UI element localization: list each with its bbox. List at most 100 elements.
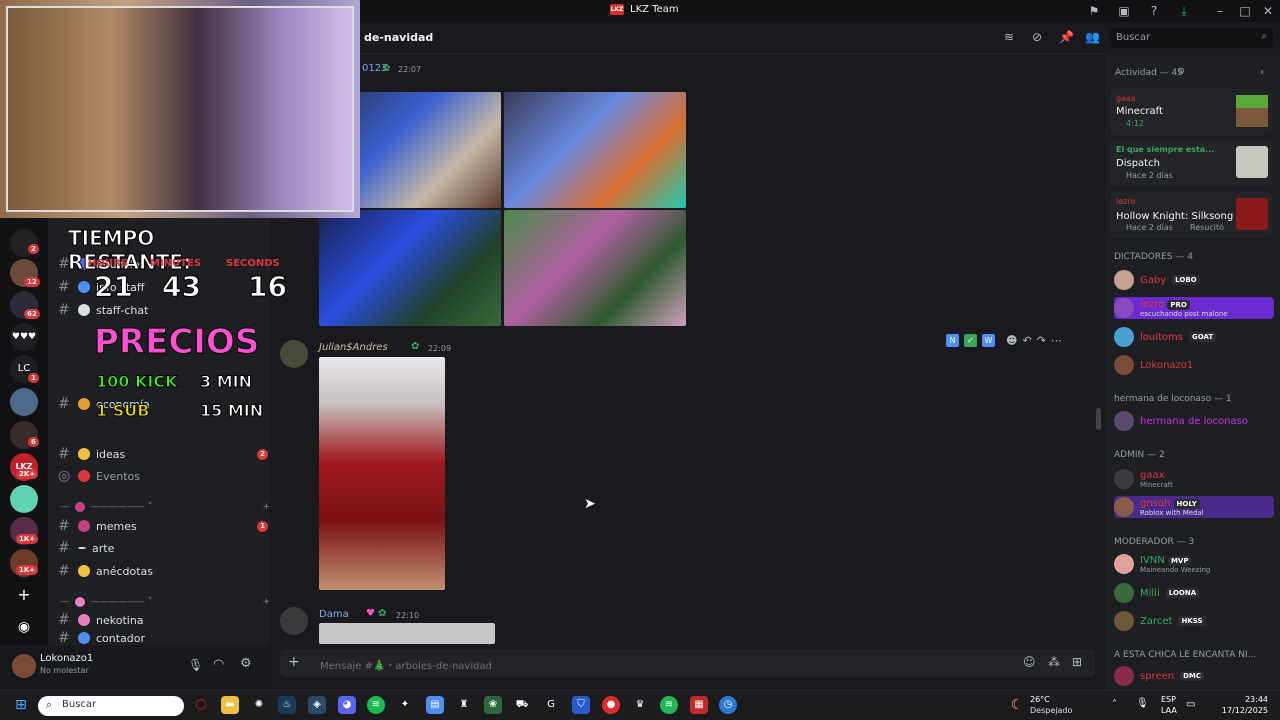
weather-moon-icon[interactable]: ☾ — [1008, 696, 1026, 714]
opera-icon[interactable]: ◯ — [192, 696, 210, 714]
gift-icon[interactable]: ⊞ — [1072, 655, 1082, 669]
reaction-n-icon[interactable]: N — [946, 334, 959, 347]
network-icon[interactable]: ▭ — [1186, 699, 1195, 710]
channel-eventos[interactable]: ◎ Eventos — [58, 465, 268, 487]
add-server-icon[interactable]: + — [10, 581, 38, 609]
composer-placeholder[interactable]: Mensaje #🎄・arboles-de-navidad — [320, 657, 492, 672]
language-sub[interactable]: LAA — [1161, 706, 1177, 715]
member-item[interactable]: gaax Minecraft — [1114, 468, 1274, 490]
app-icon[interactable]: ▦ — [690, 696, 708, 714]
message-author[interactable]: Dama — [319, 609, 349, 620]
avatar[interactable] — [280, 340, 308, 368]
inbox-icon[interactable]: ⚑ — [1086, 3, 1102, 19]
attachment-image[interactable] — [319, 623, 495, 644]
clock-date[interactable]: 17/12/2025 — [1220, 706, 1268, 715]
server-icon[interactable] — [10, 388, 38, 416]
heart-server-icon[interactable]: ♥♥♥ — [10, 323, 38, 351]
spotify-icon[interactable]: ≋ — [367, 696, 385, 714]
reply-icon[interactable]: ↶ — [1022, 334, 1031, 347]
chevron-up-icon[interactable]: ˄ — [1112, 699, 1117, 710]
download-icon[interactable]: ⤓ — [1176, 3, 1192, 19]
bitwarden-icon[interactable]: ⛉ — [572, 696, 590, 714]
attachment-image[interactable] — [319, 210, 501, 326]
notifications-muted-icon[interactable]: ⊘ — [1032, 30, 1042, 44]
member-item[interactable]: louitoms GOAT — [1114, 326, 1274, 348]
app-icon[interactable]: ❀ — [484, 696, 502, 714]
microphone-icon[interactable]: 🎙 — [188, 658, 203, 672]
channel-ideas[interactable]: # ideas 2 — [58, 443, 268, 465]
reaction-w-icon[interactable]: W — [982, 334, 995, 347]
gear-icon[interactable]: ⚙ — [1177, 67, 1185, 77]
member-item[interactable]: hermana de loconaso — [1114, 410, 1274, 432]
channel-contador[interactable]: # contador — [58, 631, 268, 645]
threads-icon[interactable]: ≋ — [1004, 30, 1014, 44]
channel-anecdotas[interactable]: # anécdotas — [58, 560, 268, 582]
app-icon[interactable]: ♛ — [631, 696, 649, 714]
forward-icon[interactable]: ↷ — [1037, 334, 1046, 347]
settings-gear-icon[interactable]: ⚙ — [240, 656, 252, 671]
search-input[interactable]: Buscar ⌕ — [1110, 28, 1273, 48]
attachment-image[interactable] — [504, 92, 686, 208]
attach-plus-icon[interactable]: + — [288, 654, 300, 670]
minimize-icon[interactable]: – — [1212, 3, 1228, 19]
file-explorer-icon[interactable]: ▬ — [221, 696, 239, 714]
taskbar-search-input[interactable]: ⌕ Buscar — [38, 696, 184, 716]
message-composer[interactable]: + Mensaje #🎄・arboles-de-navidad ☺ ⁂ ⊞ — [280, 649, 1095, 677]
category-header[interactable]: — —————— ˅ + — [60, 500, 270, 514]
spotify-icon[interactable]: ≋ — [660, 696, 678, 714]
message-author[interactable]: Julian$Andres — [319, 342, 388, 353]
member-item[interactable]: Lokonazo1 — [1114, 354, 1274, 376]
emoji-icon[interactable]: ☺ — [1023, 655, 1036, 669]
avatar[interactable] — [12, 654, 36, 678]
app-icon[interactable]: ◷ — [719, 696, 737, 714]
weather-desc[interactable]: Despejado — [1030, 706, 1072, 715]
app-icon[interactable]: ▤ — [426, 696, 444, 714]
chatgpt-icon[interactable]: ✺ — [250, 696, 268, 714]
member-list-icon[interactable]: 👥 — [1085, 30, 1100, 44]
avatar[interactable] — [280, 607, 308, 635]
activity-card[interactable]: lezro Hollow Knight: Silksong Hace 2 día… — [1110, 192, 1272, 238]
weather-temp[interactable]: 26°C — [1030, 695, 1050, 704]
app-icon[interactable]: ◈ — [308, 696, 326, 714]
channel-memes[interactable]: # memes 1 — [58, 515, 268, 537]
category-header[interactable]: — —————— ˅ + — [60, 595, 270, 609]
app-icon[interactable]: ♜ — [455, 696, 473, 714]
language-indicator[interactable]: ESP — [1161, 695, 1176, 704]
explore-icon[interactable]: ◉ — [10, 613, 38, 641]
activity-header[interactable]: Actividad — 45 — [1115, 68, 1183, 78]
screen-icon[interactable]: ▣ — [1116, 3, 1132, 19]
steam-icon[interactable]: ♨ — [278, 696, 296, 714]
discord-icon[interactable]: ◕ — [338, 696, 356, 714]
chevron-right-icon[interactable]: › — [1260, 67, 1264, 78]
app-icon[interactable]: ✦ — [396, 696, 414, 714]
microphone-icon[interactable]: 🎙 — [1136, 698, 1149, 709]
member-item[interactable]: IVNN MVP Maineando Weezing — [1114, 553, 1274, 575]
channel-arte[interactable]: # arte — [58, 537, 268, 559]
attachment-image[interactable] — [504, 210, 686, 326]
reaction-check-icon[interactable]: ✓ — [964, 334, 977, 347]
add-reaction-icon[interactable]: ☻ — [1006, 334, 1017, 347]
apps-icon[interactable]: ⁂ — [1048, 655, 1060, 669]
member-item[interactable]: gnsoh HOLY Roblox with Medal — [1114, 496, 1274, 518]
member-item[interactable]: lezro PRO escuchando post malone — [1114, 297, 1274, 319]
more-icon[interactable]: ⋯ — [1051, 334, 1062, 347]
activity-card[interactable]: El que siempre esta... Dispatch Hace 2 d… — [1110, 140, 1272, 186]
clock-time[interactable]: 23:44 — [1220, 695, 1268, 704]
server-icon[interactable] — [10, 485, 38, 513]
windows-start-icon[interactable]: ⊞ — [12, 696, 30, 714]
member-item[interactable]: Gaby LOBO — [1114, 269, 1274, 291]
member-item[interactable]: spreen DMC — [1114, 666, 1274, 686]
member-item[interactable]: Milii LOONA — [1114, 582, 1274, 604]
channel-nekotina[interactable]: # nekotina — [58, 609, 268, 631]
app-icon[interactable]: G — [542, 696, 560, 714]
attachment-image[interactable] — [319, 357, 445, 590]
app-icon[interactable]: ● — [602, 696, 620, 714]
help-icon[interactable]: ? — [1146, 3, 1162, 19]
maximize-icon[interactable]: □ — [1237, 3, 1253, 19]
headphones-icon[interactable]: ◠ — [213, 657, 224, 672]
activity-card[interactable]: gaax Minecraft 4:12 — [1110, 89, 1272, 135]
pin-icon[interactable]: 📌 — [1059, 30, 1074, 44]
car-icon[interactable]: ⛟ — [513, 696, 531, 714]
close-icon[interactable]: ✕ — [1260, 3, 1276, 19]
scrollbar[interactable] — [1096, 408, 1101, 430]
